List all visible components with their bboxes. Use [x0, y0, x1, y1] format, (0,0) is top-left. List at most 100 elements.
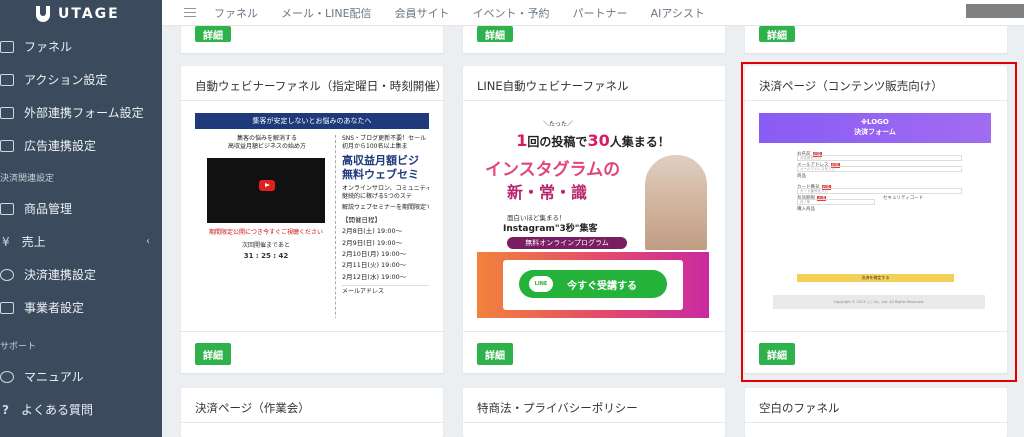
funnel-card: 決済ページ（作業会） [181, 388, 443, 437]
divider [745, 100, 1007, 101]
countdown-value: 31 : 25 : 42 [243, 252, 289, 261]
card-row1-3: 詳細 [745, 26, 1007, 53]
sidebar-item-ad[interactable]: 広告連携設定 [0, 129, 162, 162]
line-cta-button: LINE 今すぐ受講する [519, 270, 667, 298]
thumb-red-text: 期間限定公開につき今すぐご視聴ください [208, 229, 323, 236]
form-heading: 決済フォーム [854, 128, 896, 137]
detail-button[interactable]: 詳細 [195, 343, 231, 365]
thumb-cta-area: LINE 今すぐ受講する [477, 252, 709, 318]
cta-label: 今すぐ受講する [567, 280, 637, 292]
sidebar-item-label: マニュアル [24, 370, 84, 384]
thumb-headline: 1回の投稿で30人集まる！ [516, 131, 670, 150]
thumb-note: 解説ウェブセミナーを期間限定で [342, 203, 429, 211]
sidebar: UTAGE ファネル アクション設定 外部連携フォーム設定 広告連携設定 決済関… [0, 0, 162, 437]
divider [463, 100, 725, 101]
detail-button[interactable]: 詳細 [477, 343, 513, 365]
card-row1-2: 詳細 [463, 26, 725, 53]
sidebar-item-business[interactable]: 事業者設定 [0, 291, 162, 324]
detail-button[interactable]: 詳細 [195, 26, 231, 42]
sidebar-item-label: ファネル [24, 40, 73, 54]
brand-logo[interactable]: UTAGE [0, 0, 162, 28]
funnel-thumbnail[interactable]: 集客が安定しないとお悩みのあなたへ 集客の悩みを解消する 高収益月額ビジネスの始… [195, 113, 429, 318]
thumb-headline: 高収益月額ビジ 無料ウェブセミ [342, 154, 419, 181]
sidebar-item-label: 外部連携フォーム設定 [24, 106, 144, 120]
sidebar-section-payment: 決済関連設定 [0, 173, 55, 184]
divider [181, 422, 443, 423]
sidebar-item-label: よくある質問 [20, 403, 93, 417]
sidebar-item-label: 事業者設定 [24, 301, 85, 315]
topnav-event[interactable]: イベント・予約 [473, 5, 550, 21]
sidebar-item-action[interactable]: アクション設定 [0, 63, 162, 96]
detail-button[interactable]: 詳細 [759, 343, 795, 365]
form-row: 商品 [797, 174, 806, 179]
hamburger-menu-icon[interactable] [184, 5, 196, 20]
thumb-subtitle: 新・常・識 [507, 183, 588, 202]
detail-button[interactable]: 詳細 [759, 26, 795, 42]
sidebar-item-label: 売上 [21, 235, 46, 249]
sidebar-item-products[interactable]: 商品管理 [0, 192, 162, 225]
card-title: 決済ページ（作業会） [195, 401, 310, 415]
person-image [645, 155, 707, 250]
thumb-banner: 集客が安定しないとお悩みのあなたへ [195, 113, 429, 129]
funnel-card: 特商法・プライバシーポリシー [463, 388, 725, 437]
topnav-funnel[interactable]: ファネル [214, 5, 258, 21]
sidebar-item-sales[interactable]: ¥ 売上 ‹ [0, 225, 162, 258]
business-icon [0, 301, 14, 314]
megaphone-icon [0, 139, 14, 152]
divider [463, 422, 725, 423]
email-field: メールアドレスを入力 [797, 166, 962, 172]
funnel-thumbnail[interactable]: ✤LOGO 決済フォーム お名前 必須 お名前を入力 メールアドレス 必須 メールア… [759, 113, 991, 318]
card-title: 空白のファネル [759, 401, 840, 415]
sidebar-item-funnel[interactable]: ファネル [0, 30, 162, 63]
sidebar-item-payment-integration[interactable]: 決済連携設定 [0, 258, 162, 291]
form-row: 購入商品 [797, 207, 815, 212]
sidebar-section-support: サポート [0, 341, 37, 352]
thumb-pill: 無料オンラインプログラム [507, 237, 627, 249]
thumb-tagline-2: Instagram"3秒"集客 [503, 224, 598, 234]
sidebar-item-manual[interactable]: マニュアル [0, 360, 162, 393]
divider [181, 100, 443, 101]
thumb-hero: ＼たった／ 1回の投稿で30人集まる！ インスタグラムの 新・常・識 面白いほど… [477, 117, 709, 252]
topnav-ai-assist[interactable]: AIアシスト [651, 5, 705, 21]
date-list: 【開催日程】 2月8日(土) 19:00〜 2月9日(日) 19:00〜 2月1… [342, 215, 429, 283]
sidebar-item-label: 決済連携設定 [24, 268, 97, 282]
topnav-mail-line[interactable]: メール・LINE配信 [281, 5, 372, 21]
thumb-right-column: SNS・ブログ更新不要！セール 初月から100名以上集ま 高収益月額ビジ 無料ウ… [335, 135, 429, 318]
user-menu[interactable] [966, 4, 1024, 18]
funnel-icon [0, 40, 14, 53]
thumb-cta-box: LINE 今すぐ受講する [503, 260, 683, 310]
dates-heading: 【開催日程】 [342, 215, 381, 224]
brand-name: UTAGE [58, 6, 120, 22]
card-row1-1: 詳細 [181, 26, 443, 53]
thumb-left-title: 集客の悩みを解消する 高収益月額ビジネスの始め方 [227, 135, 306, 150]
topnav-member-site[interactable]: 会員サイト [395, 5, 450, 21]
divider [181, 331, 443, 332]
form-row: 有効期限 必須 セキュリティコード 月 / 年 [797, 196, 924, 205]
detail-button[interactable]: 詳細 [477, 26, 513, 42]
line-logo-icon: LINE [529, 276, 553, 292]
date-item: 2月11日(火) 19:00〜 [342, 261, 407, 270]
payment-form: お名前 必須 お名前を入力 メールアドレス 必須 メールアドレスを入力 商品 カード… [773, 151, 985, 217]
sidebar-item-external-form[interactable]: 外部連携フォーム設定 [0, 96, 162, 129]
form-icon [0, 106, 14, 119]
funnel-card: LINE自動ウェビナーファネル ＼たった／ 1回の投稿で30人集まる！ インスタ… [463, 66, 725, 373]
sidebar-item-label: 商品管理 [24, 202, 73, 216]
sidebar-item-label: 広告連携設定 [24, 139, 97, 153]
video-player [207, 158, 325, 223]
sidebar-item-faq[interactable]: ? よくある質問 [0, 393, 162, 426]
thumb-title: インスタグラムの [485, 160, 621, 180]
expiry-field: 月 / 年 [797, 199, 875, 205]
logo-text: ✤LOGO [861, 118, 889, 126]
card-title: LINE自動ウェビナーファネル [477, 79, 629, 93]
card-title: 決済ページ（コンテンツ販売向け） [759, 79, 943, 93]
form-row: お名前 必須 お名前を入力 [773, 151, 985, 161]
funnel-thumbnail[interactable]: ＼たった／ 1回の投稿で30人集まる！ インスタグラムの 新・常・識 面白いほど… [477, 117, 709, 318]
divider [745, 331, 1007, 332]
topnav-partner[interactable]: パートナー [573, 5, 628, 21]
divider [745, 422, 1007, 423]
security-code-label: セキュリティコード [883, 196, 924, 201]
countdown-label: 次回開催まであと [242, 242, 290, 249]
email-label: メールアドレス [342, 285, 429, 296]
thumb-intro: SNS・ブログ更新不要！セール 初月から100名以上集ま [342, 135, 427, 151]
play-icon [259, 180, 275, 191]
